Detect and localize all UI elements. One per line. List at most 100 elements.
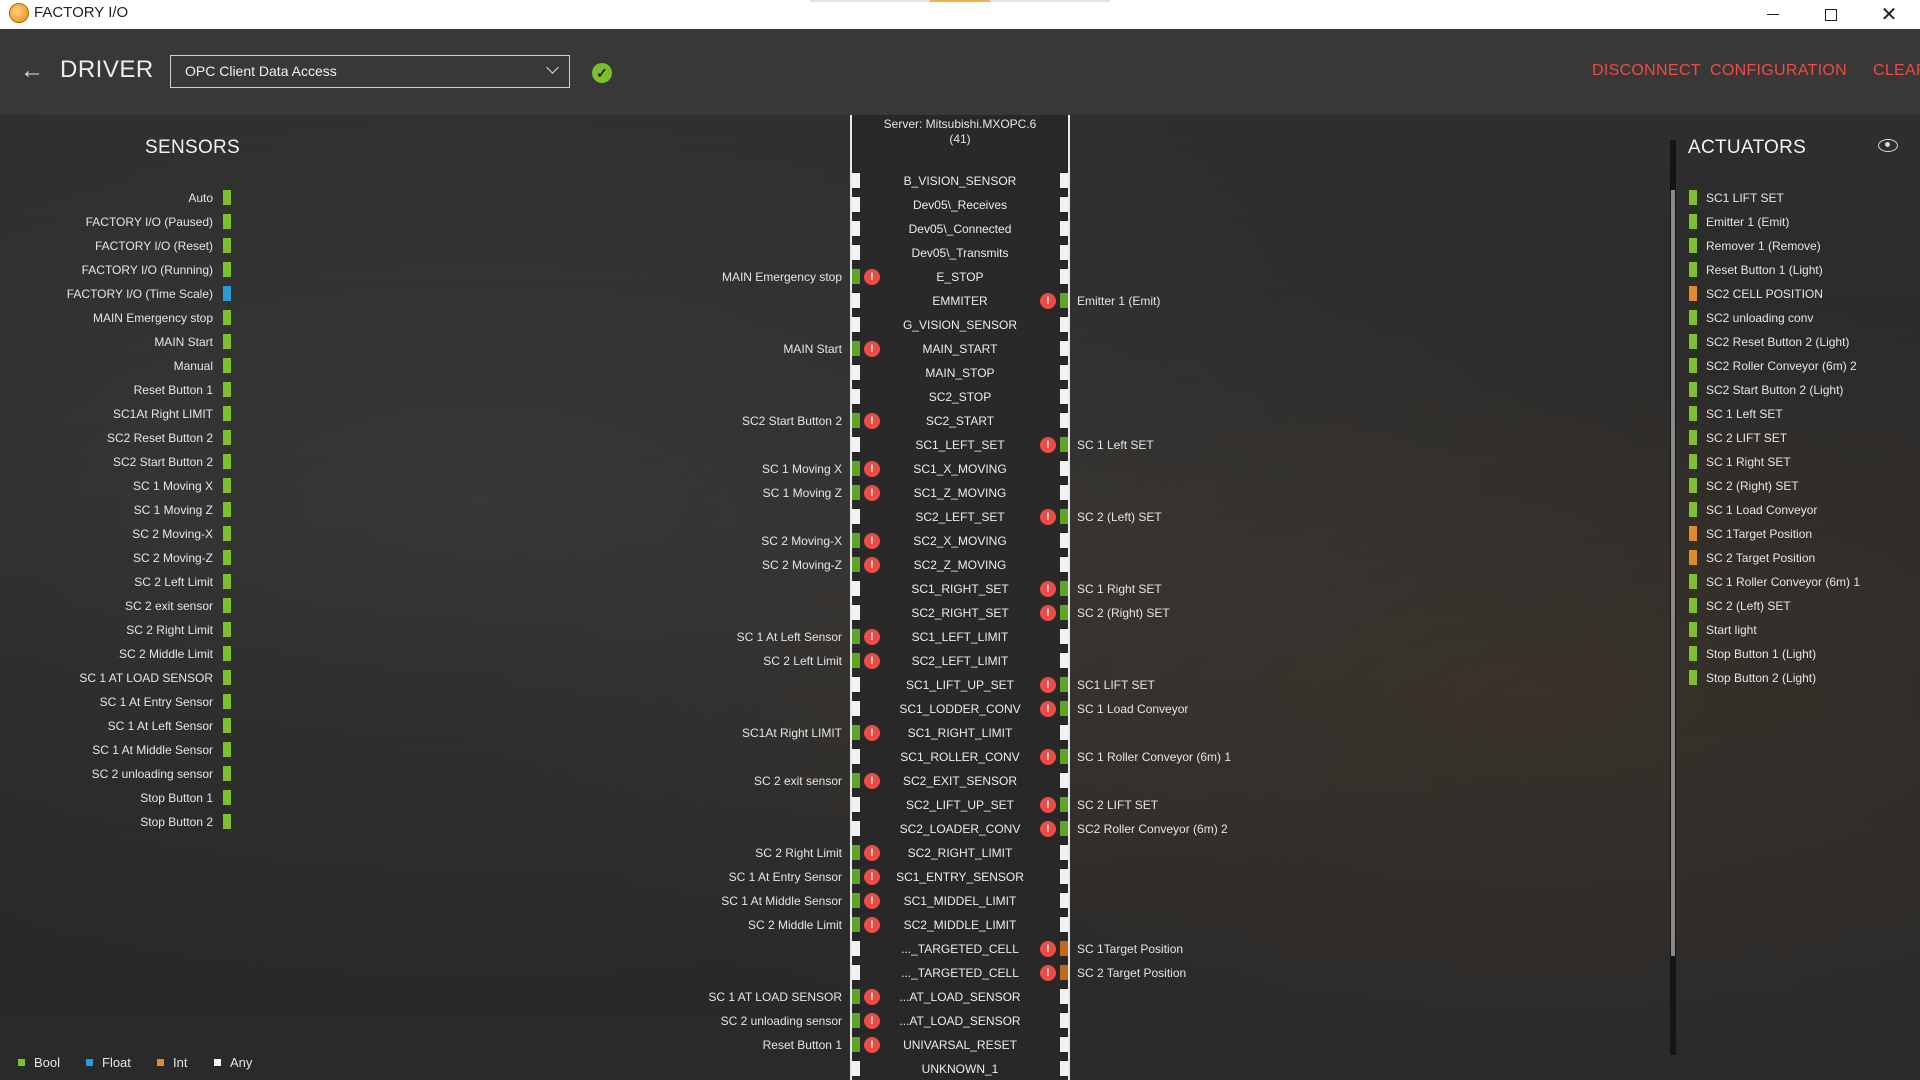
actuators-scrollbar-thumb[interactable] — [1671, 190, 1675, 956]
mapped-sensor-label[interactable]: SC 2 Right Limit — [755, 844, 842, 862]
mapped-actuator-label[interactable]: SC 1 Load Conveyor — [1077, 700, 1188, 718]
output-connection-pin[interactable] — [1060, 317, 1068, 332]
input-connection-pin[interactable] — [852, 845, 860, 860]
actuator-type-indicator[interactable] — [1689, 358, 1697, 373]
actuator-label[interactable]: SC 1 Right SET — [1706, 453, 1791, 471]
input-connection-pin[interactable] — [852, 677, 860, 692]
sensor-type-indicator[interactable] — [223, 766, 231, 781]
output-connection-pin[interactable] — [1060, 293, 1068, 308]
mapped-sensor-label[interactable]: Reset Button 1 — [763, 1036, 842, 1054]
sensor-type-indicator[interactable] — [223, 742, 231, 757]
actuator-label[interactable]: SC1 LIFT SET — [1706, 189, 1784, 207]
actuator-label[interactable]: SC 1Target Position — [1706, 525, 1812, 543]
actuator-type-indicator[interactable] — [1689, 190, 1697, 205]
mapped-actuator-label[interactable]: SC 1 Right SET — [1077, 580, 1162, 598]
sensor-label[interactable]: SC2 Reset Button 2 — [107, 429, 213, 447]
mapped-sensor-label[interactable]: SC 1 AT LOAD SENSOR — [708, 988, 842, 1006]
input-connection-pin[interactable] — [852, 437, 860, 452]
input-connection-pin[interactable] — [852, 725, 860, 740]
input-connection-pin[interactable] — [852, 365, 860, 380]
actuator-label[interactable]: SC 1 Load Conveyor — [1706, 501, 1817, 519]
mapped-sensor-label[interactable]: SC 2 Left Limit — [763, 652, 842, 670]
output-connection-pin[interactable] — [1060, 1013, 1068, 1028]
back-arrow-icon[interactable]: ← — [20, 59, 44, 83]
output-connection-pin[interactable] — [1060, 413, 1068, 428]
sensor-label[interactable]: SC 1 At Middle Sensor — [92, 741, 213, 759]
output-connection-pin[interactable] — [1060, 485, 1068, 500]
actuator-label[interactable]: SC 1 Roller Conveyor (6m) 1 — [1706, 573, 1860, 591]
actuator-label[interactable]: SC 2 (Right) SET — [1706, 477, 1799, 495]
actuator-type-indicator[interactable] — [1689, 550, 1697, 565]
input-connection-pin[interactable] — [852, 293, 860, 308]
output-connection-pin[interactable] — [1060, 365, 1068, 380]
input-connection-pin[interactable] — [852, 269, 860, 284]
output-connection-pin[interactable] — [1060, 269, 1068, 284]
actuator-label[interactable]: SC2 CELL POSITION — [1706, 285, 1823, 303]
mapped-actuator-label[interactable]: SC 2 Target Position — [1077, 964, 1186, 982]
actuator-label[interactable]: SC2 Reset Button 2 (Light) — [1706, 333, 1849, 351]
input-connection-pin[interactable] — [852, 317, 860, 332]
input-connection-pin[interactable] — [852, 917, 860, 932]
mapped-sensor-label[interactable]: SC 2 unloading sensor — [721, 1012, 842, 1030]
close-window-button[interactable]: ✕ — [1860, 0, 1918, 29]
actuator-label[interactable]: Reset Button 1 (Light) — [1706, 261, 1823, 279]
sensor-type-indicator[interactable] — [223, 190, 231, 205]
output-connection-pin[interactable] — [1060, 533, 1068, 548]
output-connection-pin[interactable] — [1060, 605, 1068, 620]
output-connection-pin[interactable] — [1060, 461, 1068, 476]
sensor-label[interactable]: SC 2 Middle Limit — [119, 645, 213, 663]
input-connection-pin[interactable] — [852, 773, 860, 788]
sensor-type-indicator[interactable] — [223, 310, 231, 325]
output-connection-pin[interactable] — [1060, 437, 1068, 452]
output-connection-pin[interactable] — [1060, 989, 1068, 1004]
actuator-label[interactable]: Start light — [1706, 621, 1757, 639]
sensor-label[interactable]: Reset Button 1 — [134, 381, 213, 399]
actuator-type-indicator[interactable] — [1689, 382, 1697, 397]
output-connection-pin[interactable] — [1060, 557, 1068, 572]
sensor-type-indicator[interactable] — [223, 214, 231, 229]
output-connection-pin[interactable] — [1060, 773, 1068, 788]
output-connection-pin[interactable] — [1060, 677, 1068, 692]
sensor-type-indicator[interactable] — [223, 406, 231, 421]
input-connection-pin[interactable] — [852, 1013, 860, 1028]
actuator-type-indicator[interactable] — [1689, 310, 1697, 325]
sensor-type-indicator[interactable] — [223, 334, 231, 349]
sensor-type-indicator[interactable] — [223, 622, 231, 637]
sensor-label[interactable]: FACTORY I/O (Reset) — [95, 237, 213, 255]
mapped-sensor-label[interactable]: SC 1 At Middle Sensor — [721, 892, 842, 910]
minimize-button[interactable] — [1744, 0, 1802, 29]
output-connection-pin[interactable] — [1060, 917, 1068, 932]
actuator-label[interactable]: SC 2 (Left) SET — [1706, 597, 1791, 615]
sensor-label[interactable]: SC 1 At Entry Sensor — [100, 693, 213, 711]
sensor-label[interactable]: SC 2 exit sensor — [125, 597, 213, 615]
output-connection-pin[interactable] — [1060, 1061, 1068, 1076]
sensor-label[interactable]: SC 2 Moving-Z — [133, 549, 213, 567]
output-connection-pin[interactable] — [1060, 965, 1068, 980]
input-connection-pin[interactable] — [852, 485, 860, 500]
input-connection-pin[interactable] — [852, 941, 860, 956]
mapped-actuator-label[interactable]: SC 2 (Left) SET — [1077, 508, 1162, 526]
sensor-label[interactable]: FACTORY I/O (Paused) — [86, 213, 213, 231]
sensor-label[interactable]: SC 1 AT LOAD SENSOR — [79, 669, 213, 687]
output-connection-pin[interactable] — [1060, 341, 1068, 356]
input-connection-pin[interactable] — [852, 509, 860, 524]
sensor-type-indicator[interactable] — [223, 454, 231, 469]
input-connection-pin[interactable] — [852, 605, 860, 620]
actuator-type-indicator[interactable] — [1689, 670, 1697, 685]
actuator-type-indicator[interactable] — [1689, 598, 1697, 613]
sensor-type-indicator[interactable] — [223, 238, 231, 253]
mapped-sensor-label[interactable]: SC 2 Middle Limit — [748, 916, 842, 934]
output-connection-pin[interactable] — [1060, 893, 1068, 908]
output-connection-pin[interactable] — [1060, 797, 1068, 812]
sensor-type-indicator[interactable] — [223, 814, 231, 829]
output-connection-pin[interactable] — [1060, 197, 1068, 212]
sensor-label[interactable]: Stop Button 2 — [140, 813, 213, 831]
mapped-sensor-label[interactable]: MAIN Emergency stop — [722, 268, 842, 286]
input-connection-pin[interactable] — [852, 1037, 860, 1052]
sensor-type-indicator[interactable] — [223, 382, 231, 397]
sensor-label[interactable]: SC 1 Moving Z — [134, 501, 213, 519]
sensor-label[interactable]: SC 1 At Left Sensor — [108, 717, 213, 735]
sensor-type-indicator[interactable] — [223, 526, 231, 541]
actuator-label[interactable]: SC2 Roller Conveyor (6m) 2 — [1706, 357, 1857, 375]
input-connection-pin[interactable] — [852, 821, 860, 836]
